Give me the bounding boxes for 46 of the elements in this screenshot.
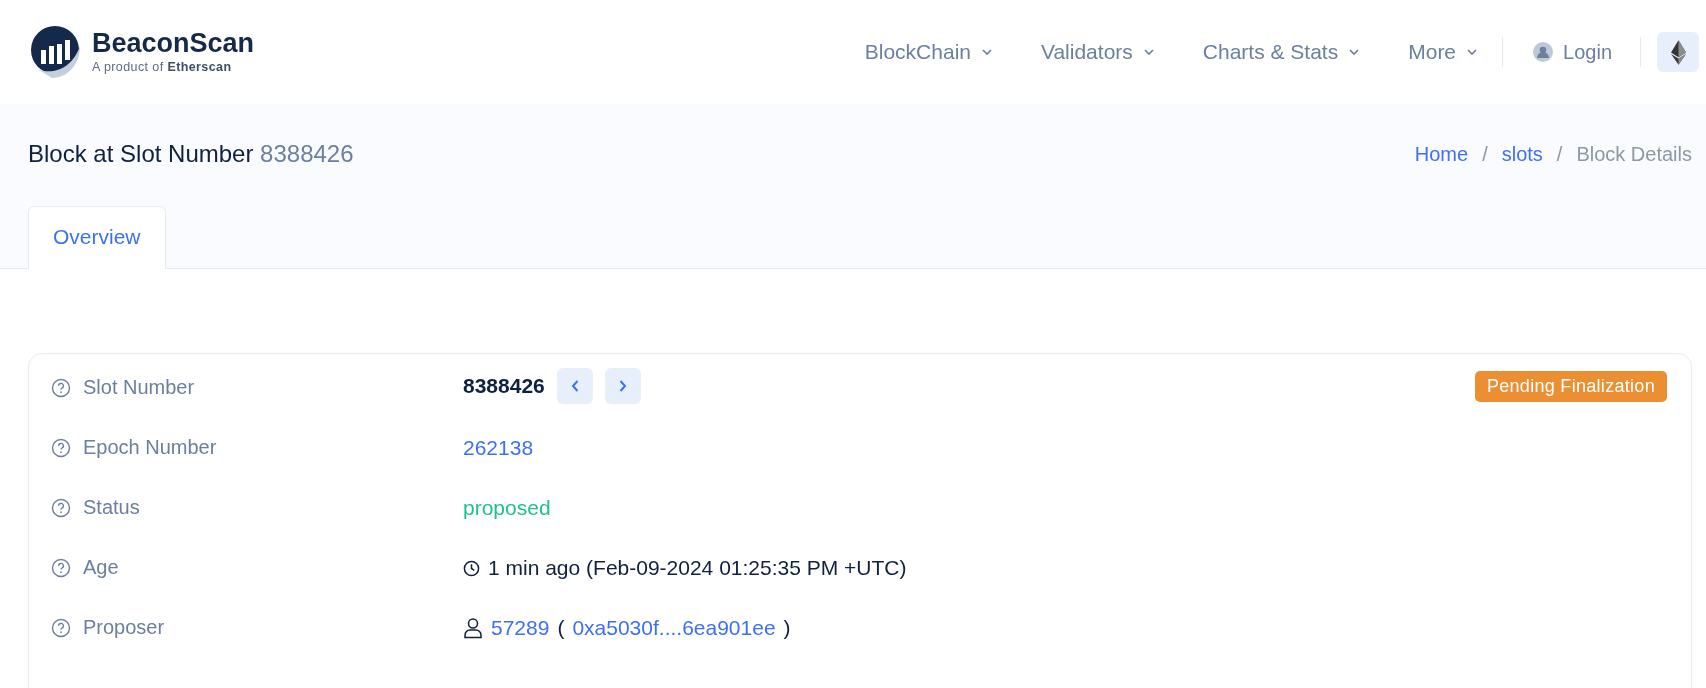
help-icon <box>51 617 71 638</box>
field-label: Status <box>83 496 140 519</box>
help-icon <box>51 497 71 518</box>
network-button[interactable] <box>1657 32 1699 72</box>
clock-icon <box>463 559 480 577</box>
ethereum-icon <box>1670 39 1686 65</box>
chevron-left-icon <box>569 379 580 393</box>
age-value: 1 min ago (Feb-09-2024 01:25:35 PM +UTC) <box>488 556 907 580</box>
breadcrumb-link[interactable]: Home <box>1414 142 1469 166</box>
previous-button[interactable] <box>556 368 593 404</box>
help-icon <box>51 377 71 398</box>
validator-link[interactable]: 57289 <box>491 616 550 640</box>
next-button[interactable] <box>604 368 641 404</box>
nav-menu[interactable]: Charts & Stats <box>1178 40 1385 64</box>
brand-tagline: A product of Etherscan <box>92 60 233 74</box>
user-icon <box>463 617 483 639</box>
nav-menu[interactable]: More <box>1384 40 1503 64</box>
field-label: Epoch Number <box>83 436 217 459</box>
help-icon <box>51 437 71 458</box>
chevron-down-icon <box>1466 48 1479 56</box>
nav-menu[interactable]: BlockChain <box>840 40 1017 64</box>
open-parenthesis: ( <box>557 616 565 640</box>
breadcrumb-link[interactable]: slots <box>1501 142 1543 166</box>
login-button[interactable]: Login <box>1503 40 1640 64</box>
chevron-right-icon <box>617 379 628 393</box>
slot-number: 8388426 <box>463 374 545 398</box>
field-label: Age <box>83 556 119 579</box>
nav-menu[interactable]: Validators <box>1017 40 1179 64</box>
help-icon <box>51 557 71 578</box>
breadcrumb-separator: / <box>1482 142 1488 166</box>
breadcrumb-separator: / <box>1556 142 1563 166</box>
chevron-down-icon <box>981 48 993 56</box>
chevron-down-icon <box>1142 48 1155 56</box>
field-label: Proposer <box>83 616 165 639</box>
address-link[interactable]: 0xa5030f....6ea901ee <box>572 616 776 640</box>
page-title: Block at Slot Number 8388426 <box>28 140 354 168</box>
status-badge: Pending Finalization <box>1474 370 1667 402</box>
epoch-link[interactable]: 262138 <box>463 436 534 460</box>
chevron-down-icon <box>1348 48 1361 56</box>
tab[interactable]: Overview <box>28 206 166 269</box>
user-avatar-icon <box>1533 42 1554 62</box>
close-parenthesis: ) <box>783 616 791 640</box>
field-label: Slot Number <box>83 376 195 399</box>
status-value: proposed <box>463 496 551 520</box>
brand-name: BeaconScan <box>92 30 255 57</box>
breadcrumb-current: Block Details <box>1576 142 1692 166</box>
